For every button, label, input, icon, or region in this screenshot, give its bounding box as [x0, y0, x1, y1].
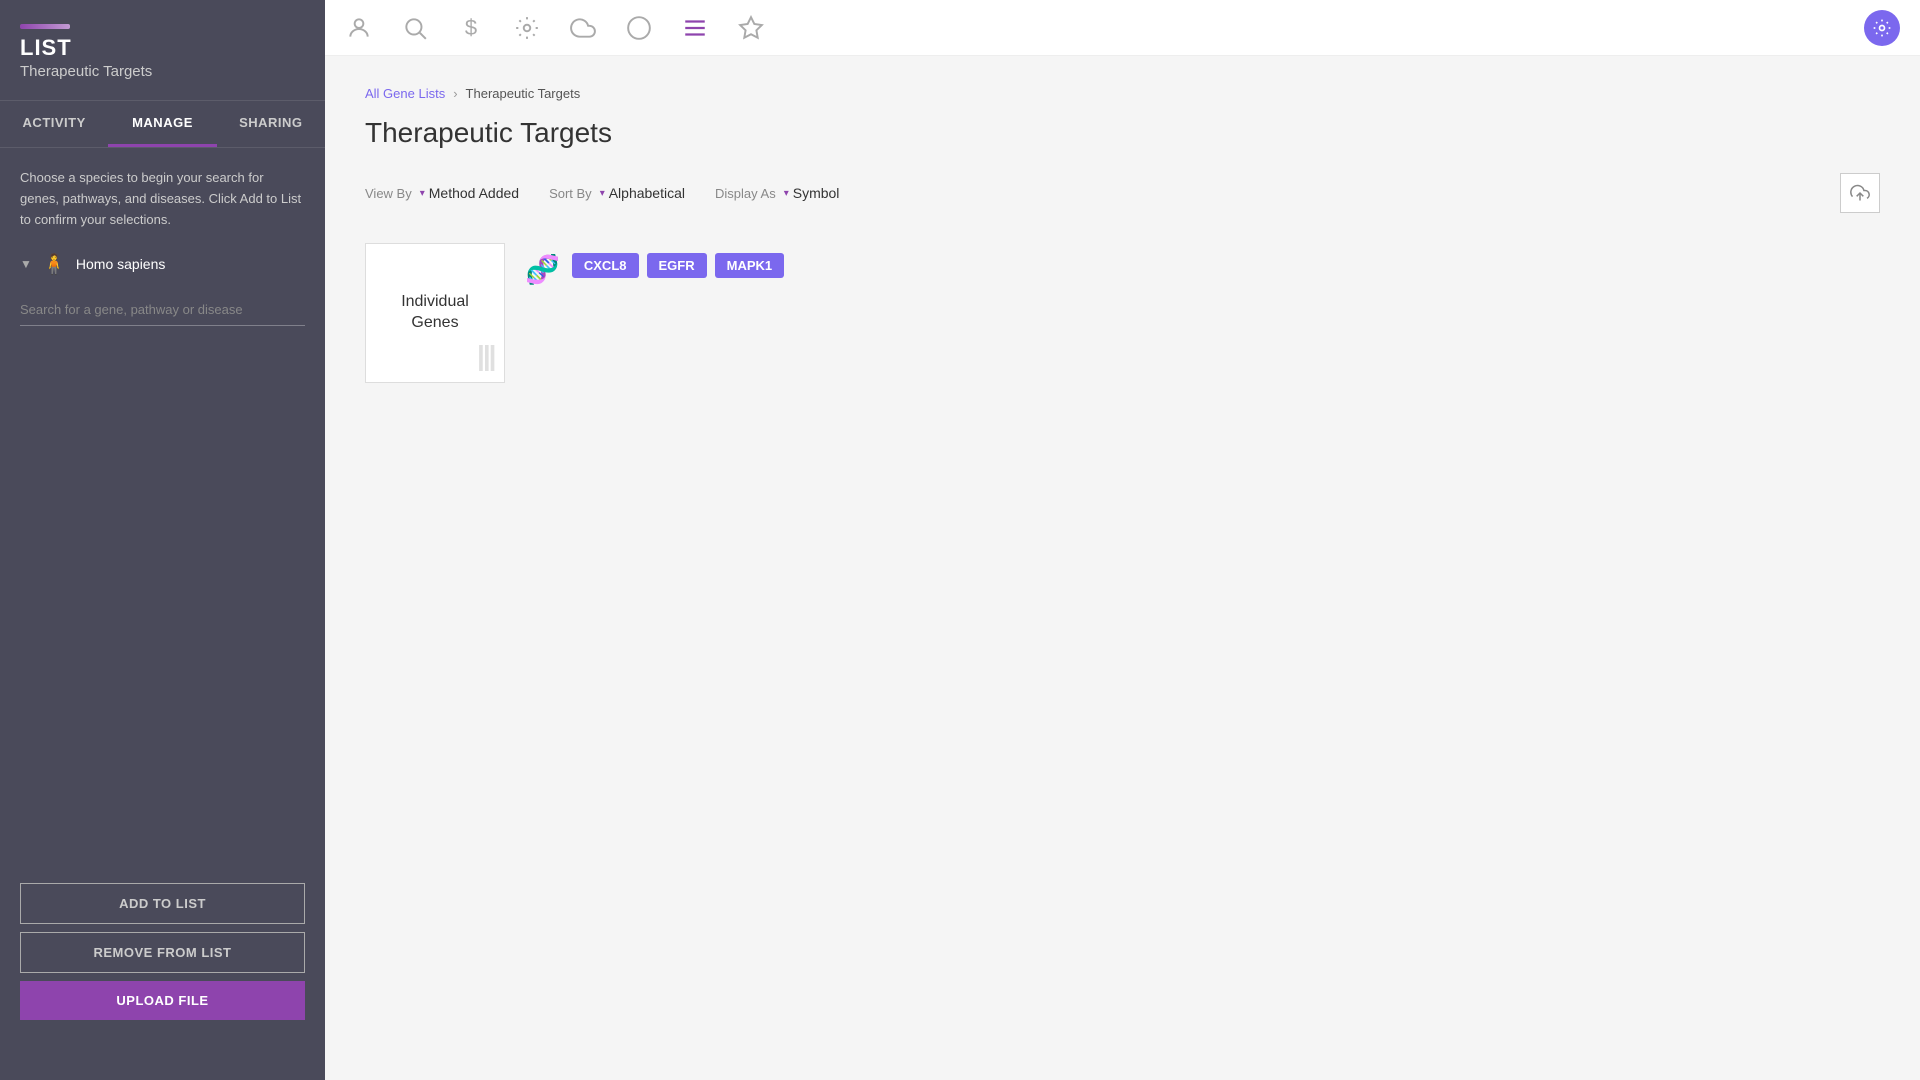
- list-label: LIST: [20, 35, 305, 61]
- display-as-value: Symbol: [793, 185, 840, 201]
- dollar-icon[interactable]: $: [457, 14, 485, 42]
- species-selector[interactable]: ▼ 🧍 Homo sapiens: [20, 250, 305, 278]
- chevron-down-icon: ▼: [20, 257, 32, 271]
- main-content: All Gene Lists › Therapeutic Targets The…: [325, 56, 1920, 1080]
- star-icon[interactable]: [737, 14, 765, 42]
- sort-by-dropdown[interactable]: ▾ Alphabetical: [600, 185, 685, 201]
- gene-person-icon: 🧬: [525, 253, 560, 286]
- settings-avatar[interactable]: [1864, 10, 1900, 46]
- sidebar-buttons: ADD TO LIST REMOVE FROM LIST UPLOAD FILE: [20, 883, 305, 1060]
- tab-activity[interactable]: ACTIVITY: [0, 101, 108, 147]
- sort-by-chevron-icon: ▾: [600, 188, 605, 199]
- sidebar-content: Choose a species to begin your search fo…: [0, 148, 325, 1080]
- display-as-label: Display As: [715, 186, 776, 201]
- sort-by-label: Sort By: [549, 186, 592, 201]
- gene-tag-cxcl8[interactable]: CXCL8: [572, 253, 639, 278]
- species-label: Homo sapiens: [76, 256, 166, 272]
- filter-bar: View By ▾ Method Added Sort By ▾ Alphabe…: [365, 173, 1880, 213]
- person-icon[interactable]: [345, 14, 373, 42]
- view-by-label: View By: [365, 186, 412, 201]
- dna-watermark-icon: |||: [476, 340, 494, 372]
- search-input[interactable]: [20, 294, 305, 326]
- upload-button-top[interactable]: [1840, 173, 1880, 213]
- upload-file-button[interactable]: UPLOAD FILE: [20, 981, 305, 1020]
- tab-sharing[interactable]: SHARING: [217, 101, 325, 147]
- gear-icon[interactable]: [513, 14, 541, 42]
- nav-icons: $: [345, 14, 765, 42]
- accent-bar: [20, 24, 70, 29]
- page-title: Therapeutic Targets: [365, 117, 1880, 149]
- top-nav: $: [325, 0, 1920, 56]
- sidebar-header: LIST Therapeutic Targets: [0, 0, 325, 101]
- gene-tag-mapk1[interactable]: MAPK1: [715, 253, 785, 278]
- remove-from-list-button[interactable]: REMOVE FROM LIST: [20, 932, 305, 973]
- breadcrumb-parent-link[interactable]: All Gene Lists: [365, 86, 445, 101]
- view-by-group: View By ▾ Method Added: [365, 185, 519, 201]
- view-by-value: Method Added: [429, 185, 519, 201]
- gene-card-label: IndividualGenes: [401, 292, 469, 334]
- gene-list-area: IndividualGenes ||| 🧬 CXCL8 EGFR MAPK1: [365, 243, 1880, 383]
- display-as-dropdown[interactable]: ▾ Symbol: [784, 185, 840, 201]
- cloud-icon[interactable]: [569, 14, 597, 42]
- sidebar-description: Choose a species to begin your search fo…: [20, 168, 305, 230]
- view-by-dropdown[interactable]: ▾ Method Added: [420, 185, 519, 201]
- display-as-group: Display As ▾ Symbol: [715, 185, 839, 201]
- species-icon: 🧍: [40, 250, 68, 278]
- sort-by-value: Alphabetical: [609, 185, 685, 201]
- gene-tag-egfr[interactable]: EGFR: [647, 253, 707, 278]
- sidebar-tabs: ACTIVITY MANAGE SHARING: [0, 101, 325, 148]
- search-container: [20, 294, 305, 326]
- breadcrumb-current: Therapeutic Targets: [466, 86, 581, 101]
- tab-manage[interactable]: MANAGE: [108, 101, 216, 147]
- breadcrumb: All Gene Lists › Therapeutic Targets: [365, 86, 1880, 101]
- chart-icon[interactable]: [625, 14, 653, 42]
- display-as-chevron-icon: ▾: [784, 188, 789, 199]
- add-to-list-button[interactable]: ADD TO LIST: [20, 883, 305, 924]
- list-sublabel: Therapeutic Targets: [20, 63, 305, 80]
- gene-tags-area: 🧬 CXCL8 EGFR MAPK1: [525, 243, 784, 286]
- view-by-chevron-icon: ▾: [420, 188, 425, 199]
- list-icon[interactable]: [681, 14, 709, 42]
- search-icon[interactable]: [401, 14, 429, 42]
- individual-genes-card[interactable]: IndividualGenes |||: [365, 243, 505, 383]
- breadcrumb-separator: ›: [453, 86, 457, 101]
- sort-by-group: Sort By ▾ Alphabetical: [549, 185, 685, 201]
- sidebar: LIST Therapeutic Targets ACTIVITY MANAGE…: [0, 0, 325, 1080]
